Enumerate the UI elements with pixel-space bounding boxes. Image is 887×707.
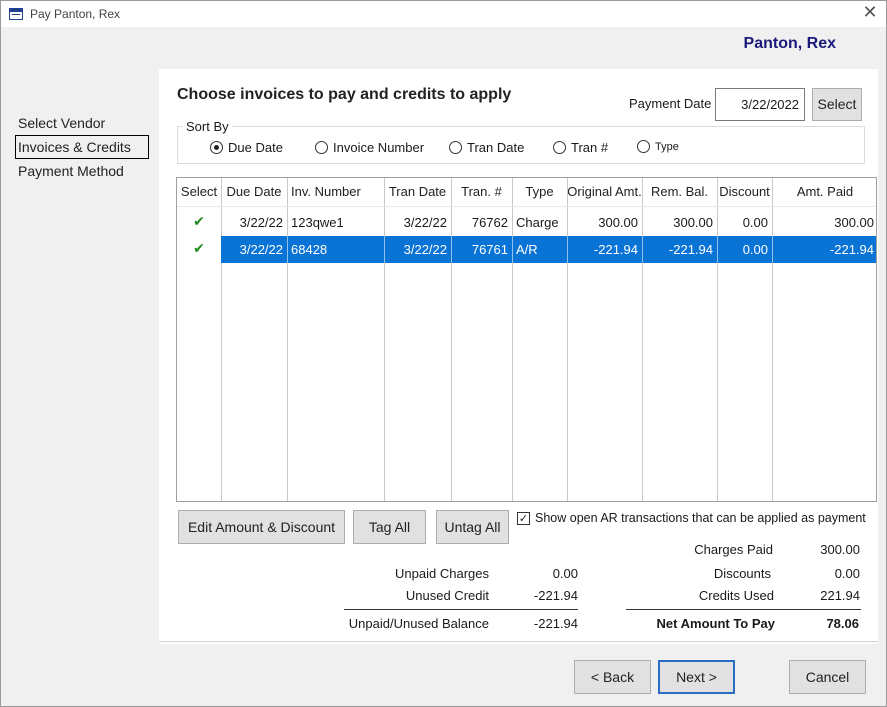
edit-amount-discount-button[interactable]: Edit Amount & Discount	[178, 510, 345, 544]
wizard-steps-nav: Select Vendor Invoices & Credits Payment…	[15, 111, 155, 183]
cell-inv-number: 68428	[291, 242, 328, 257]
close-icon[interactable]: ✕	[860, 4, 880, 24]
show-open-ar-option[interactable]: ✓ Show open AR transactions that can be …	[517, 511, 866, 525]
radio-icon[interactable]	[637, 140, 650, 153]
column-header-type[interactable]: Type	[512, 178, 567, 206]
cell-rem-bal: -221.94	[668, 242, 713, 257]
cell-amt-paid[interactable]: 300.00	[772, 209, 876, 236]
checkbox-checked-icon[interactable]: ✓	[517, 511, 530, 525]
payment-date-input[interactable]: 3/22/2022	[715, 88, 805, 121]
cell-type: Charge	[516, 215, 559, 230]
tag-all-button[interactable]: Tag All	[353, 510, 426, 544]
unpaid-charges-value: 0.00	[552, 566, 578, 581]
column-header-tran-number[interactable]: Tran. #	[451, 178, 512, 206]
summary-divider	[626, 609, 861, 610]
column-header-due-date[interactable]: Due Date	[221, 178, 287, 206]
panel-divider	[159, 641, 878, 642]
unpaid-charges-label: Unpaid Charges	[395, 566, 489, 581]
cell-tran-number: 76762	[471, 215, 508, 230]
radio-icon[interactable]	[315, 141, 328, 154]
net-amount-label: Net Amount To Pay	[656, 616, 775, 631]
title-bar: Pay Panton, Rex ✕	[1, 1, 886, 27]
pay-dialog-window: Pay Panton, Rex ✕ Panton, Rex Select Ven…	[0, 0, 887, 707]
untag-all-button[interactable]: Untag All	[436, 510, 509, 544]
select-date-button[interactable]: Select	[812, 88, 862, 121]
column-header-select[interactable]: Select	[177, 178, 221, 206]
main-panel: Choose invoices to pay and credits to ap…	[159, 69, 878, 644]
cell-due-date: 3/22/22	[239, 215, 283, 230]
cell-type: A/R	[516, 242, 538, 257]
window-title: Pay Panton, Rex	[30, 7, 121, 21]
balance-label: Unpaid/Unused Balance	[348, 616, 489, 631]
credits-used-label: Credits Used	[698, 588, 774, 603]
back-button[interactable]: < Back	[574, 660, 651, 694]
cell-amt-paid[interactable]: -221.94	[772, 236, 876, 263]
cell-tran-date: 3/22/22	[403, 215, 447, 230]
cell-discount: 0.00	[742, 215, 768, 230]
net-amount-value: 78.06	[826, 616, 859, 631]
table-row[interactable]: ✔ 3/22/22 123qwe1 3/22/22 76762 Charge 3…	[177, 209, 876, 236]
sort-by-legend: Sort By	[183, 119, 232, 134]
sort-by-group: Sort By Due Date Invoice Number Tran Dat…	[177, 119, 865, 164]
nav-step-payment-method[interactable]: Payment Method	[15, 159, 149, 183]
charges-paid-label: Charges Paid	[694, 542, 773, 557]
customer-name: Panton, Rex	[743, 35, 836, 52]
column-header-inv-number[interactable]: Inv. Number	[287, 178, 384, 206]
sort-invoice-number-option[interactable]: Invoice Number	[315, 140, 424, 155]
row-check-icon[interactable]: ✔	[177, 236, 221, 263]
next-button[interactable]: Next >	[658, 660, 735, 694]
discounts-value: 0.00	[834, 566, 860, 581]
app-window-icon	[9, 8, 23, 20]
payment-date-label: Payment Date	[629, 96, 712, 111]
sort-type-option[interactable]: Type	[637, 140, 679, 153]
cell-rem-bal: 300.00	[673, 215, 713, 230]
row-highlight: 3/22/22 68428 3/22/22 76761 A/R -221.94 …	[221, 236, 876, 263]
cell-tran-date: 3/22/22	[403, 242, 447, 257]
discounts-label: Discounts	[713, 566, 771, 581]
cancel-button[interactable]: Cancel	[789, 660, 866, 694]
cell-original-amt: -221.94	[593, 242, 638, 257]
sort-tran-number-label: Tran #	[571, 140, 609, 155]
column-header-rem-bal[interactable]: Rem. Bal.	[642, 178, 717, 206]
sort-invoice-number-label: Invoice Number	[333, 140, 425, 155]
sort-tran-date-option[interactable]: Tran Date	[449, 140, 524, 155]
show-open-ar-label: Show open AR transactions that can be ap…	[535, 511, 866, 525]
sort-tran-date-label: Tran Date	[467, 140, 525, 155]
unused-credit-label: Unused Credit	[405, 588, 489, 603]
column-header-amt-paid[interactable]: Amt. Paid	[772, 178, 876, 206]
invoices-grid[interactable]: Select Due Date Inv. Number Tran Date Tr…	[176, 177, 877, 502]
cell-tran-number: 76761	[471, 242, 508, 257]
cell-due-date: 3/22/22	[239, 242, 283, 257]
sort-due-date-label: Due Date	[228, 140, 283, 155]
radio-icon[interactable]	[553, 141, 566, 154]
page-heading: Choose invoices to pay and credits to ap…	[177, 86, 512, 103]
cell-original-amt: 300.00	[598, 215, 638, 230]
table-row-selected[interactable]: ✔ 3/22/22 68428 3/22/22 76761 A/R -221.9…	[177, 236, 876, 263]
unused-credit-value: -221.94	[533, 588, 578, 603]
column-header-original-amt[interactable]: Original Amt.	[567, 178, 642, 206]
column-header-discount[interactable]: Discount	[717, 178, 772, 206]
sort-type-label: Type	[655, 140, 679, 153]
summary-divider	[344, 609, 578, 610]
balance-value: -221.94	[533, 616, 578, 631]
radio-icon[interactable]	[449, 141, 462, 154]
credits-used-value: 221.94	[820, 588, 860, 603]
column-header-tran-date[interactable]: Tran Date	[384, 178, 451, 206]
cell-inv-number: 123qwe1	[291, 215, 344, 230]
radio-selected-icon[interactable]	[210, 141, 223, 154]
nav-step-invoices-credits[interactable]: Invoices & Credits	[15, 135, 149, 159]
sort-tran-number-option[interactable]: Tran #	[553, 140, 608, 155]
sort-due-date-option[interactable]: Due Date	[210, 140, 283, 155]
row-check-icon[interactable]: ✔	[177, 209, 221, 236]
charges-paid-value: 300.00	[820, 542, 860, 557]
nav-step-select-vendor[interactable]: Select Vendor	[15, 111, 149, 135]
cell-discount: 0.00	[742, 242, 768, 257]
header-divider	[177, 206, 876, 207]
